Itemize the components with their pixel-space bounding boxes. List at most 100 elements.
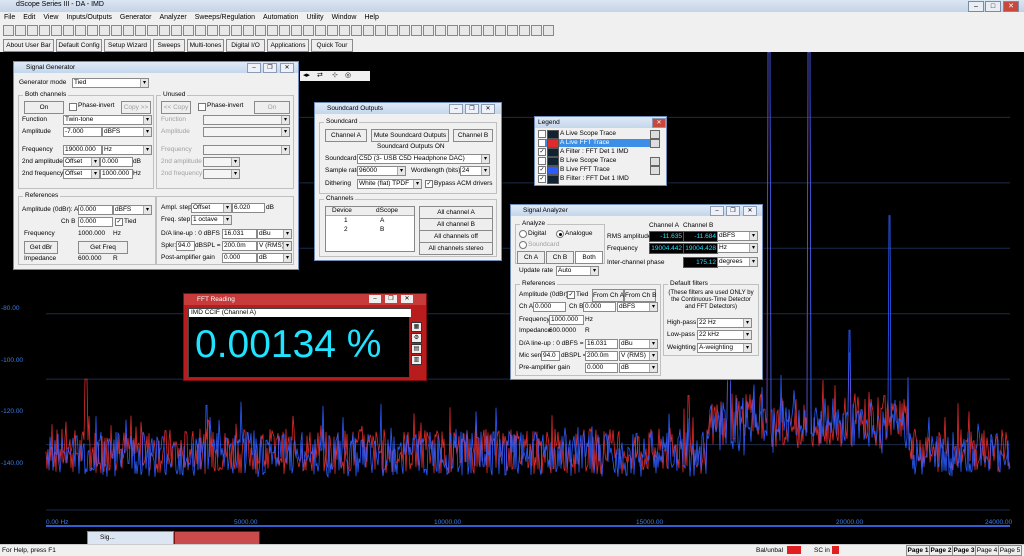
- toolbar-button-icon[interactable]: [267, 25, 278, 36]
- soundcard-select[interactable]: C5D (3- USB C5D Headphone DAC): [357, 154, 490, 164]
- copy-left-button[interactable]: << Copy: [161, 101, 191, 114]
- generator-mode-select[interactable]: Tied: [72, 78, 149, 88]
- frequency-input[interactable]: 19000.000: [63, 145, 102, 155]
- close-icon[interactable]: ✕: [743, 206, 757, 216]
- frequency-unit-select[interactable]: Hz: [102, 145, 152, 155]
- menu-view[interactable]: View: [39, 12, 62, 23]
- multitones-button[interactable]: Multi-tones: [187, 39, 224, 52]
- weighting-select[interactable]: A-weighting: [697, 343, 752, 353]
- get-dbr-button[interactable]: Get dBr: [24, 241, 58, 254]
- ref-amplitude-b-input[interactable]: 0.000: [78, 217, 113, 227]
- page-4-tab[interactable]: Page 4: [975, 545, 999, 556]
- second-amplitude-input[interactable]: 0.000: [100, 157, 133, 167]
- digital-radio[interactable]: [519, 230, 527, 238]
- post-amp-input[interactable]: 0.000: [222, 253, 257, 263]
- ref-frequency-value[interactable]: 1000.000: [78, 230, 105, 237]
- soundcard-outputs-titlebar[interactable]: Soundcard Outputs – ❐ ✕: [315, 103, 501, 114]
- toolbar-button-icon[interactable]: [279, 25, 290, 36]
- ref-amplitude-a-input[interactable]: 0.000: [78, 205, 113, 215]
- freq-unit-select[interactable]: Hz: [717, 243, 758, 253]
- legend-checkbox[interactable]: ✓: [538, 148, 546, 156]
- toolbar-button-icon[interactable]: [27, 25, 38, 36]
- toolbar-button-icon[interactable]: [183, 25, 194, 36]
- mic-spl-input[interactable]: 94.0: [541, 351, 560, 361]
- mic-unit-select[interactable]: V (RMS): [619, 351, 658, 361]
- freq-step-select[interactable]: 1 octave: [191, 215, 232, 225]
- menu-automation[interactable]: Automation: [259, 12, 302, 23]
- legend-row[interactable]: ✓ B Filter : FFT Det 1 IMD: [538, 175, 660, 184]
- trace-settings-icon[interactable]: [650, 166, 660, 175]
- toolbar-button-icon[interactable]: [87, 25, 98, 36]
- lowpass-select[interactable]: 22 kHz: [697, 330, 752, 340]
- sample-rate-select[interactable]: 96000: [357, 166, 406, 176]
- ref-amplitude-unit-select[interactable]: dBFS: [113, 205, 152, 215]
- dithering-select[interactable]: White (flat) TPDF: [357, 179, 422, 189]
- mic-volt-input[interactable]: 200.0m: [585, 351, 618, 361]
- toolbar-button-icon[interactable]: [327, 25, 338, 36]
- analyzer-tied-checkbox[interactable]: ✓: [567, 291, 575, 299]
- toolbar-button-icon[interactable]: [519, 25, 530, 36]
- toolbar-button-icon[interactable]: [51, 25, 62, 36]
- mute-outputs-button[interactable]: Mute Soundcard Outputs: [371, 129, 449, 142]
- legend-row[interactable]: A Live Scope Trace: [538, 130, 660, 139]
- post-amp-unit-select[interactable]: dB: [257, 253, 292, 263]
- ref-unit-select[interactable]: dBFS: [617, 302, 658, 312]
- applications-button[interactable]: Applications: [267, 39, 309, 52]
- update-rate-select[interactable]: Auto: [556, 266, 599, 276]
- preamp-unit-select[interactable]: dB: [619, 363, 658, 373]
- minimize-icon[interactable]: –: [449, 104, 463, 114]
- toolbar-button-icon[interactable]: [99, 25, 110, 36]
- toolbar-button-icon[interactable]: [195, 25, 206, 36]
- toolbar-button-icon[interactable]: [231, 25, 242, 36]
- toolbar-button-icon[interactable]: [459, 25, 470, 36]
- legend-titlebar[interactable]: Legend ✕: [535, 117, 666, 128]
- table-cell[interactable]: A: [380, 217, 384, 224]
- menu-generator[interactable]: Generator: [116, 12, 156, 23]
- legend-row-selected[interactable]: ✓ A Live FFT Trace: [538, 139, 660, 148]
- quick-tour-button[interactable]: Quick Tour: [311, 39, 353, 52]
- second-frequency-input[interactable]: 1000.000: [100, 169, 133, 179]
- bypass-acm-checkbox[interactable]: ✓: [425, 180, 433, 188]
- channels-table[interactable]: Device dScope 1 A 2 B: [325, 206, 415, 252]
- close-icon[interactable]: ✕: [652, 118, 666, 128]
- toolbar-button-icon[interactable]: [219, 25, 230, 36]
- toolbar-button-icon[interactable]: [507, 25, 518, 36]
- toolbar-button-icon[interactable]: [39, 25, 50, 36]
- maximize-icon[interactable]: □: [985, 1, 1001, 12]
- close-icon[interactable]: ✕: [481, 104, 495, 114]
- signal-analyzer-titlebar[interactable]: Signal Analyzer – ❐ ✕: [511, 205, 762, 216]
- minimize-icon[interactable]: –: [968, 1, 984, 12]
- second-frequency-mode-select[interactable]: Offset: [63, 169, 100, 179]
- menu-sweeps[interactable]: Sweeps/Regulation: [191, 12, 259, 23]
- soundcard-radio[interactable]: [519, 241, 527, 249]
- toolbar-button-icon[interactable]: [483, 25, 494, 36]
- toolbar-button-icon[interactable]: [111, 25, 122, 36]
- toolbar-button-icon[interactable]: [315, 25, 326, 36]
- legend-checkbox[interactable]: ✓: [538, 175, 546, 183]
- close-icon[interactable]: ✕: [1003, 1, 1019, 12]
- toolbar-button-icon[interactable]: [531, 25, 542, 36]
- minimize-icon[interactable]: –: [710, 206, 724, 216]
- minimize-icon[interactable]: –: [247, 63, 261, 73]
- ampl-step-input[interactable]: 6.020: [232, 203, 265, 213]
- legend-checkbox[interactable]: ✓: [538, 139, 546, 147]
- ref-ch-a-input[interactable]: 0.000: [533, 302, 566, 312]
- second-amplitude-mode-select[interactable]: Offset: [63, 157, 100, 167]
- toolbar-button-icon[interactable]: [75, 25, 86, 36]
- legend-checkbox[interactable]: [538, 130, 546, 138]
- from-ch-a-button[interactable]: From Ch A: [592, 289, 624, 302]
- toolbar-button-icon[interactable]: [543, 25, 554, 36]
- ampl-step-mode-select[interactable]: Offset: [191, 203, 232, 213]
- analogue-radio[interactable]: [556, 230, 564, 238]
- channel-b-button[interactable]: Channel B: [453, 129, 493, 142]
- toolbar-button-icon[interactable]: [291, 25, 302, 36]
- toolbar-button-icon[interactable]: [363, 25, 374, 36]
- toolbar-button-icon[interactable]: [303, 25, 314, 36]
- restore-icon[interactable]: ❐: [263, 63, 277, 73]
- toolbar-button-icon[interactable]: [471, 25, 482, 36]
- toolbar-button-icon[interactable]: [411, 25, 422, 36]
- da-lineup-input[interactable]: 16.031: [585, 339, 618, 349]
- function-select[interactable]: Twin-tone: [63, 115, 152, 125]
- zoom-icon[interactable]: ⇄: [317, 71, 323, 79]
- menu-file[interactable]: File: [0, 12, 19, 23]
